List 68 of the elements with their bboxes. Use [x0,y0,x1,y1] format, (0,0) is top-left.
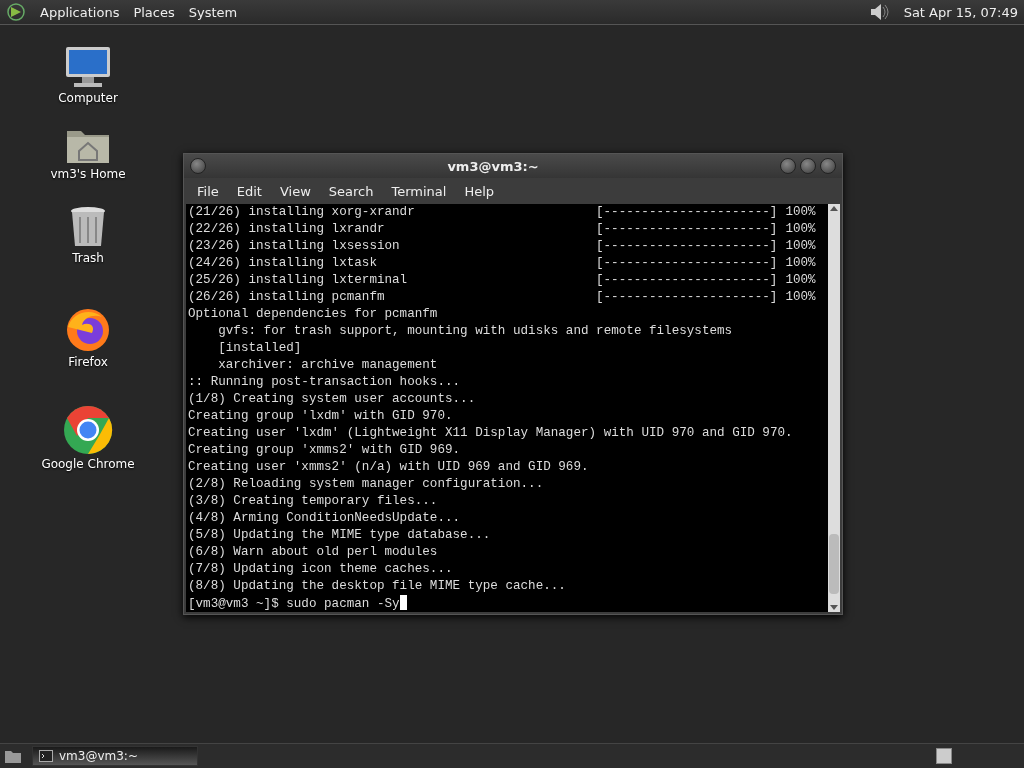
terminal-line: (3/8) Creating temporary files... [188,493,439,510]
desktop-icon-label[interactable]: Trash [72,251,104,265]
maximize-button[interactable] [800,158,816,174]
menu-item[interactable]: Search [319,183,383,199]
terminal-line: Creating group 'lxdm' with GID 970. [188,408,454,425]
trash-can-icon [68,205,108,249]
progress-bar-text: [----------------------] [596,289,778,306]
minimize-button[interactable] [780,158,796,174]
terminal-line: (6/8) Warn about old perl modules [188,544,439,561]
progress-bar-text: [----------------------] [596,272,778,289]
desktop-icon-label[interactable]: Computer [58,91,118,105]
terminal-line: :: Running post-transaction hooks... [188,374,462,391]
percent-text: 100% [785,272,816,289]
monitor-icon [64,45,112,89]
terminal-line: (5/8) Updating the MIME type database... [188,527,492,544]
clock[interactable]: Sat Apr 15, 07:49 [903,2,1018,22]
percent-text: 100% [785,289,816,306]
terminal-line: (21/26) installing xorg-xrandr [188,204,416,221]
window-title: vm3@vm3:~ [446,158,540,174]
terminal-line: gvfs: for trash support, mounting with udisks and remote filesystems [217,323,734,340]
close-button[interactable] [820,158,836,174]
terminal-line: (8/8) Updating the desktop file MIME type cache... [188,578,567,595]
desktop-icon-label[interactable]: Google Chrome [41,457,135,471]
progress-bar-text: [----------------------] [596,238,778,255]
text-cursor [399,595,407,610]
terminal-line: (4/8) Arming ConditionNeedsUpdate... [188,510,462,527]
terminal-prompt: [vm3@vm3 ~]$ sudo pacman -Sy [188,597,400,611]
terminal-line: xarchiver: archive management [217,357,439,374]
percent-text: 100% [785,221,816,238]
menu-item[interactable]: File [188,183,228,199]
circle-logo-icon [63,405,113,455]
menu-item[interactable]: Terminal [382,183,456,199]
folder-icon[interactable] [4,748,22,764]
window-menu-button[interactable] [190,158,206,174]
terminal-line: [installed] [217,340,303,357]
scrollbar-thumb[interactable] [829,534,839,594]
terminal-line: (22/26) installing lxrandr [188,221,386,238]
menu-item[interactable]: Edit [227,183,271,199]
terminal-line: (2/8) Reloading system manager configuration... [188,476,545,493]
terminal-line: Optional dependencies for pcmanfm [188,306,439,323]
progress-bar-text: [----------------------] [596,255,778,272]
taskbar-button[interactable]: vm3@vm3:~ [32,746,198,766]
terminal-line: Creating group 'xmms2' with GID 969. [188,442,462,459]
terminal-line: (24/26) installing lxtask [188,255,378,272]
scroll-down-icon[interactable] [829,604,839,612]
workspace-switcher[interactable] [936,748,952,764]
distro-logo-icon[interactable] [6,2,26,22]
terminal-line: Creating user 'lxdm' (Lightweight X11 Display Manager) with UID 970 and GID 970. [188,425,794,442]
panel-menu[interactable]: Places [133,2,175,22]
percent-text: 100% [785,238,816,255]
panel-menu[interactable]: System [188,2,238,22]
percent-text: 100% [785,255,816,272]
panel-menu[interactable]: Applications [40,2,120,22]
desktop-icon-label[interactable]: Firefox [68,355,108,369]
terminal-line: (23/26) installing lxsession [188,238,401,255]
terminal-line: (26/26) installing pcmanfm [188,289,386,306]
menu-item[interactable]: Help [455,183,504,199]
percent-text: 100% [785,204,816,221]
terminal-line: Creating user 'xmms2' (n/a) with UID 969 and GID 969. [188,459,590,476]
terminal-line: (1/8) Creating system user accounts... [188,391,477,408]
progress-bar-text: [----------------------] [596,221,778,238]
terminal-line: (25/26) installing lxterminal [188,272,409,289]
progress-bar-text: [----------------------] [596,204,778,221]
desktop-icon-label[interactable]: vm3's Home [50,167,126,181]
scroll-up-icon[interactable] [829,204,839,212]
menu-item[interactable]: View [270,183,320,199]
terminal-icon [39,750,53,762]
terminal-line: (7/8) Updating icon theme caches... [188,561,454,578]
